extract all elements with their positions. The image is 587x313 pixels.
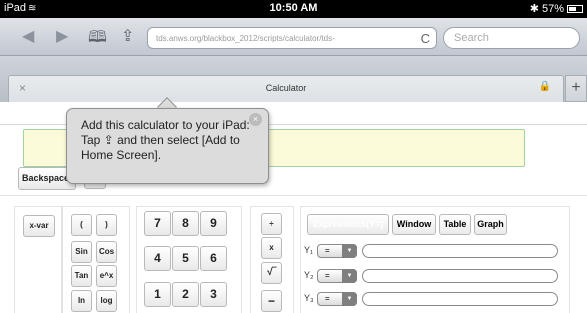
digit-1-button[interactable]: 1 (144, 282, 171, 307)
digit-8-button[interactable]: 8 (172, 211, 199, 236)
new-tab-button[interactable]: + (565, 75, 587, 102)
bluetooth-icon: ✱ (529, 3, 539, 15)
minus-button[interactable]: − (261, 290, 282, 312)
y-label: Y₁ (304, 245, 314, 255)
status-bar: iPad ≋ 10:50 AM ✱ 57% (0, 0, 587, 18)
forward-button[interactable]: ▶ (56, 26, 68, 46)
tooltip-close-icon[interactable]: × (249, 113, 262, 126)
y-label: Y₂ (304, 270, 314, 280)
sin-button[interactable]: Sin (71, 241, 92, 263)
tab-window[interactable]: Window (392, 214, 436, 235)
tab-calculator[interactable]: × Calculator 🔒 (8, 75, 564, 102)
battery-icon (567, 5, 583, 13)
ln-button[interactable]: ln (71, 290, 92, 312)
battery-percent: 57% (541, 3, 564, 15)
relation-select[interactable]: = ▼ (317, 269, 357, 283)
add-to-home-tooltip: Add this calculator to your iPad: Tap ⇪ … (66, 108, 269, 184)
share-icon[interactable]: ⇪ (121, 26, 134, 46)
relation-select[interactable]: = ▼ (317, 292, 357, 306)
back-button[interactable]: ◀ (22, 26, 34, 46)
tab-graph[interactable]: Graph (474, 214, 507, 235)
y-label: Y₃ (304, 293, 314, 303)
bookmarks-icon[interactable]: 🕮 (88, 26, 107, 53)
browser-toolbar: ◀ ▶ 🕮 ⇪ tds.anws.org/blackbox_2012/scrip… (0, 18, 587, 56)
lock-icon: 🔒 (538, 81, 551, 92)
digit-3-button[interactable]: 3 (200, 282, 227, 307)
tooltip-text: Add this calculator to your iPad: Tap ⇪ … (81, 118, 250, 162)
digit-4-button[interactable]: 4 (144, 246, 171, 271)
cos-button[interactable]: Cos (96, 241, 117, 263)
relation-select[interactable]: = ▼ (317, 244, 357, 258)
dropdown-arrow-icon: ▼ (342, 269, 357, 283)
digit-7-button[interactable]: 7 (144, 211, 171, 236)
log-button[interactable]: log (96, 290, 117, 312)
tab-table[interactable]: Table (439, 214, 471, 235)
expression-input[interactable] (362, 244, 558, 258)
url-text: tds.anws.org/blackbox_2012/scripts/calcu… (156, 34, 335, 43)
expression-input[interactable] (362, 269, 558, 283)
x-var-button[interactable]: x-var (23, 215, 55, 237)
dropdown-arrow-icon: ▼ (342, 292, 357, 306)
close-paren-button[interactable]: ) (96, 214, 117, 236)
divider (0, 195, 587, 196)
open-paren-button[interactable]: ( (71, 214, 92, 236)
dropdown-arrow-icon: ▼ (342, 244, 357, 258)
tab-title: Calculator (265, 83, 307, 93)
multiply-button[interactable]: x (261, 237, 282, 259)
digit-6-button[interactable]: 6 (200, 246, 227, 271)
search-input[interactable]: Search (443, 27, 580, 49)
exp-button[interactable]: e^x (96, 265, 117, 287)
expression-input[interactable] (362, 292, 558, 306)
clock: 10:50 AM (269, 2, 318, 14)
reload-icon[interactable]: C (421, 31, 430, 46)
digit-5-button[interactable]: 5 (172, 246, 199, 271)
digit-9-button[interactable]: 9 (200, 211, 227, 236)
sqrt-button[interactable]: √‾ (261, 262, 282, 284)
tab-bar: × Calculator 🔒 + (0, 56, 587, 102)
tan-button[interactable]: Tan (71, 265, 92, 287)
tab-expressions[interactable]: Expressions(Y=) (307, 214, 389, 235)
url-field[interactable]: tds.anws.org/blackbox_2012/scripts/calcu… (147, 27, 437, 49)
divide-button[interactable]: ÷ (261, 213, 282, 235)
digit-2-button[interactable]: 2 (172, 282, 199, 307)
